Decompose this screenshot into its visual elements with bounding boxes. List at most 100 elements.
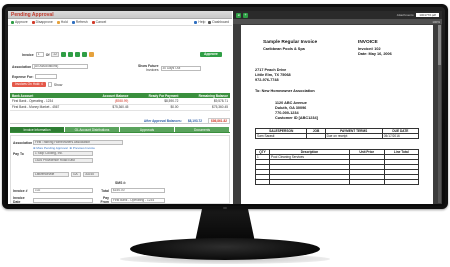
sms-label: SMS #:: [115, 181, 127, 185]
pause-icon: [56, 20, 60, 24]
attachment-select[interactable]: 1001770.pdf: [416, 13, 439, 17]
pending-approval-pane: Pending Approval Approve Disapprove Hold…: [8, 11, 232, 204]
zoom-level[interactable]: 100%: [432, 20, 440, 24]
invoice-label: Invoice: [22, 52, 34, 57]
refresh-button[interactable]: Refresh: [71, 20, 88, 24]
help-icon: [194, 20, 198, 24]
x-icon: [31, 20, 35, 24]
invoices-on-hold-badge[interactable]: Invoices On Hold: 4: [12, 82, 46, 87]
doc-bill-line: 770-000-1234: [275, 111, 299, 115]
invoice-date-field[interactable]: [33, 197, 93, 203]
after-approval-value: $8,193.72: [187, 118, 203, 123]
association-detail-field: First Training Homeowners Association: [33, 140, 123, 145]
next-invoice-button[interactable]: [75, 52, 81, 57]
doc-title: Sample Regular Invoice: [263, 40, 318, 45]
after-approval-balances: After Approval Balances: $8,193.72 $86,8…: [10, 117, 230, 124]
on-hold-row: Invoices On Hold: 4 Show: [12, 82, 62, 87]
table-cell: 05/17/2016: [381, 133, 420, 139]
tab-invoice-information[interactable]: Invoice Information: [10, 127, 64, 132]
invoice-number-field[interactable]: 102: [33, 188, 93, 193]
city-field: Lawrenceville: [33, 172, 69, 177]
doc-address-line: 2717 Peach Drive: [255, 68, 287, 72]
cancel-button[interactable]: Cancel: [91, 20, 106, 24]
doc-invoice-number: Invoice# 102: [358, 47, 381, 51]
scrollbar-thumb[interactable]: [438, 25, 441, 65]
doc-header: INVOICE: [358, 40, 378, 45]
dashboard-icon: [208, 20, 212, 24]
invoice-total-field: 22: [51, 52, 60, 57]
pay-to-label: Pay To: [13, 151, 24, 156]
show-label: Show: [53, 82, 63, 87]
hold-button[interactable]: Hold: [56, 20, 68, 24]
pay-to-field: 1 Stop Cooling, Inc.: [33, 151, 93, 156]
prev-invoice-button[interactable]: [68, 52, 74, 57]
dashboard-button[interactable]: Dashboard: [208, 20, 229, 24]
invoice-number-label: Invoice #: [13, 188, 28, 193]
table-cell: $75,360.45: [180, 104, 230, 111]
table-row[interactable]: First Bank - Money Market - 4567 $75,360…: [10, 104, 230, 111]
first-invoice-button[interactable]: [61, 52, 67, 57]
pay-from-label: Pay From: [100, 196, 109, 204]
monitor-bezel: Pending Approval Approve Disapprove Hold…: [2, 4, 448, 209]
table-cell: $0.00: [130, 104, 181, 111]
table-row: [255, 179, 420, 185]
viewer-toolbar: ◂ + Attachments: 1001770.pdf: [233, 11, 442, 19]
last-invoice-button[interactable]: [82, 52, 88, 57]
check-icon: [11, 20, 14, 24]
invoice-index-field[interactable]: 1: [35, 52, 44, 57]
approve-button[interactable]: Approve: [11, 20, 28, 24]
approve-main-button[interactable]: Approve: [200, 52, 222, 57]
table-cell: First Bank - Money Market - 4567: [10, 104, 87, 111]
address-field: 1526 Providence Road East: [33, 158, 93, 163]
table-cell: Due on receipt: [324, 133, 383, 139]
doc-to-line: To: New Homeowner Association: [255, 89, 315, 93]
expense-for-field[interactable]: [35, 74, 58, 79]
document-viewer-pane: ◂ + Attachments: 1001770.pdf 100% Sample…: [233, 11, 442, 204]
association-label: Association: [12, 64, 32, 69]
table-cell: $75,360.45: [86, 104, 131, 111]
doc-address-line: 972-976-7748: [255, 78, 279, 82]
association-filter: Association (All Associations): [12, 64, 88, 69]
toolbar: Approve Disapprove Hold Refresh Cancel H…: [8, 19, 232, 26]
doc-bill-line: Duluth, GA 30096: [275, 106, 307, 110]
tab-documents[interactable]: Documents: [175, 127, 229, 132]
show-checkbox[interactable]: [47, 82, 52, 87]
table-row: Sam Sarasti Due on receipt 05/17/2016: [254, 133, 420, 139]
disapprove-button[interactable]: Disapprove: [31, 20, 53, 24]
monitor-stand-neck: [195, 208, 255, 242]
doc-bill-line: 1120 ABC Avenue: [275, 101, 307, 105]
tab-gl-distributions[interactable]: GL Account Distributions: [65, 127, 119, 132]
invoice-of-label: Of: [45, 52, 50, 57]
detail-tabs: Invoice Information GL Account Distribut…: [10, 127, 230, 133]
show-future-sublabel: Invoices: [146, 68, 159, 72]
previous-invoice-link[interactable]: ⊕ Previous Invoice: [70, 146, 95, 150]
monitor-stand-base: [130, 238, 320, 260]
viewer-scrollbar[interactable]: [438, 25, 441, 203]
show-future-select[interactable]: 30 Days Out: [160, 65, 201, 71]
show-future-filter: Show Future Invoices 30 Days Out: [138, 64, 201, 72]
window-title-bar: Pending Approval: [8, 11, 232, 19]
help-button[interactable]: Help: [194, 20, 205, 24]
doc-terms-table: SALESPERSON JOB PAYMENT TERMS DUE DATE S…: [254, 128, 420, 139]
doc-company: Caribbean Pools & Spa: [263, 47, 305, 51]
pay-from-select[interactable]: First Bank - Operating - 1234: [111, 197, 165, 203]
doc-items-table: QTY Description Unit Price Line Total 1 …: [255, 149, 420, 185]
monitor-screen: Pending Approval Approve Disapprove Hold…: [8, 11, 442, 204]
collapse-icon[interactable]: ◂: [236, 12, 241, 18]
tab-approvals[interactable]: Approvals: [120, 127, 174, 132]
flag-invoice-button[interactable]: [89, 52, 95, 57]
table-cell: [306, 133, 326, 139]
doc-bill-line: Customer ID [ABC1234]: [275, 116, 318, 120]
table-cell: Sam Sarasti: [254, 133, 308, 139]
expense-for-filter: Expense For:: [12, 74, 58, 79]
association-detail-label: Association: [13, 140, 33, 145]
state-field: GA: [71, 172, 81, 177]
bank-balance-table: Bank Account Account Balance Ready For P…: [10, 93, 230, 111]
pdf-toolbar: 100%: [233, 19, 442, 24]
more-pending-link[interactable]: ⊕ More Pending Approval: [33, 146, 68, 150]
add-icon[interactable]: +: [243, 12, 248, 18]
doc-address-line: Little Elm, TX 75068: [255, 73, 291, 77]
total-field[interactable]: $150.00: [111, 188, 165, 193]
expense-for-label: Expense For:: [12, 74, 34, 79]
association-select[interactable]: (All Associations): [32, 64, 88, 69]
